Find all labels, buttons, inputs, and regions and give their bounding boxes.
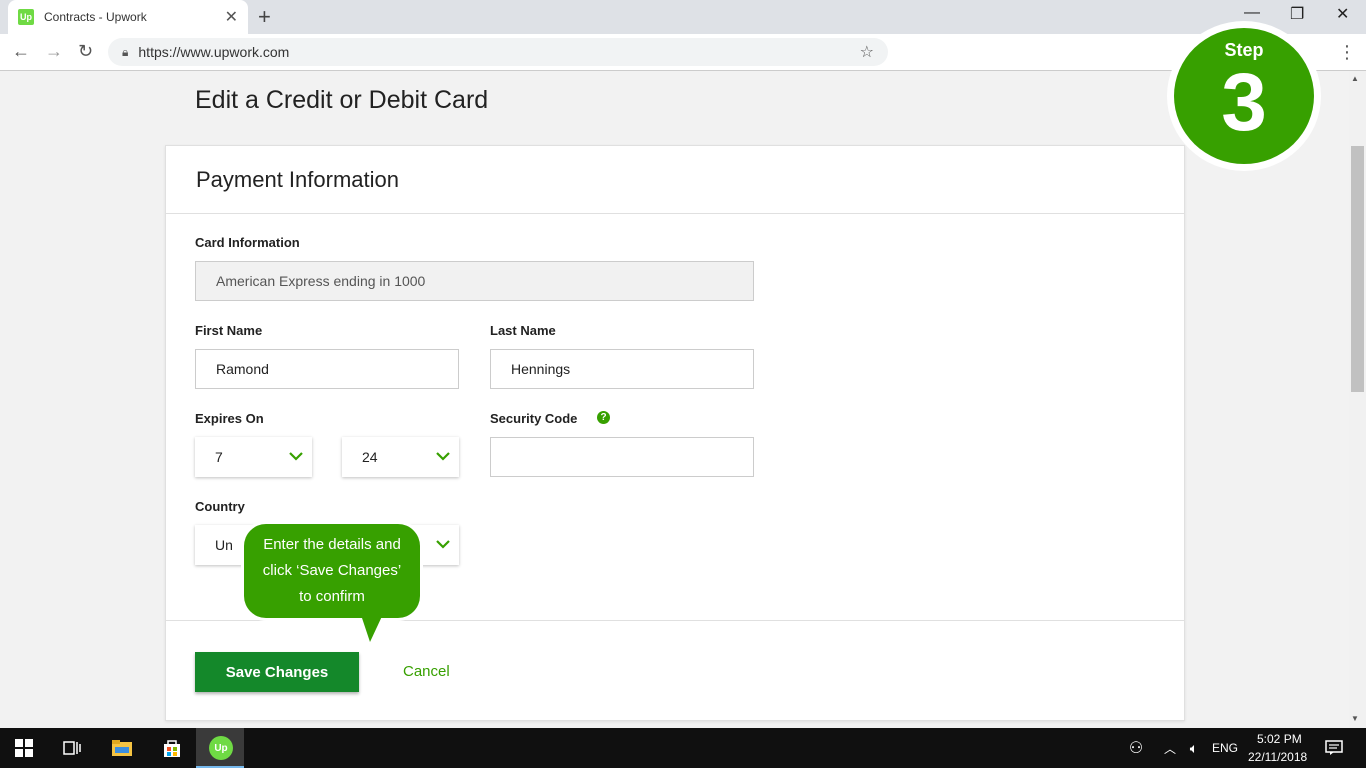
language-indicator[interactable]: ENG — [1212, 741, 1238, 755]
scroll-down-arrow-icon[interactable]: ▼ — [1351, 714, 1359, 723]
address-bar[interactable]: 🔒︎ https://www.upwork.com ☆ — [108, 38, 888, 66]
expiry-year-select[interactable]: 24 — [342, 437, 459, 477]
task-view-icon[interactable] — [60, 736, 84, 760]
windows-taskbar: Up ⚇ ︿ 🔈︎ ENG 5:02 PM 22/11/2018 — [0, 728, 1366, 768]
plus-icon[interactable]: + — [258, 4, 271, 30]
upwork-app-icon[interactable]: Up — [209, 736, 233, 760]
card-footer: Save Changes Cancel — [166, 620, 1184, 722]
security-code-label: Security Code — [490, 411, 578, 426]
forward-arrow-icon[interactable]: → — [45, 41, 63, 62]
expiry-month-select[interactable]: 7 — [195, 437, 312, 477]
last-name-input[interactable]: Hennings — [490, 349, 754, 389]
window-close-icon[interactable]: ✕ — [1336, 4, 1349, 24]
windows-start-icon[interactable] — [12, 736, 36, 760]
scrollbar-thumb[interactable] — [1351, 146, 1364, 392]
save-changes-button[interactable]: Save Changes — [195, 652, 359, 692]
url-text[interactable]: https://www.upwork.com — [138, 44, 859, 60]
last-name-label: Last Name — [490, 323, 556, 338]
card-info-label: Card Information — [195, 235, 300, 250]
callout-line-2: click ‘Save Changes’ — [262, 562, 402, 579]
first-name-input[interactable]: Ramond — [195, 349, 459, 389]
close-icon[interactable]: ✕ — [225, 7, 238, 27]
clock-time[interactable]: 5:02 PM — [1257, 732, 1302, 746]
step-number: 3 — [1221, 57, 1267, 148]
payment-card-panel: Payment Information Card Information Ame… — [165, 145, 1185, 721]
cancel-link[interactable]: Cancel — [403, 663, 450, 680]
clock-date[interactable]: 22/11/2018 — [1248, 750, 1307, 764]
callout-tail — [360, 612, 384, 642]
card-header: Payment Information — [166, 146, 1184, 214]
expires-on-label: Expires On — [195, 411, 264, 426]
chevron-down-icon — [289, 452, 303, 461]
volume-icon[interactable]: 🔈︎ — [1182, 736, 1206, 760]
store-icon[interactable] — [160, 736, 184, 760]
file-explorer-icon[interactable] — [110, 736, 134, 760]
tab-title: Contracts - Upwork — [44, 10, 147, 24]
upwork-favicon-icon: Up — [18, 9, 34, 25]
step-badge: Step 3 — [1174, 28, 1314, 164]
expiry-month-value: 7 — [215, 449, 223, 465]
expiry-year-value: 24 — [362, 449, 378, 465]
star-icon[interactable]: ☆ — [860, 42, 874, 62]
back-arrow-icon[interactable]: ← — [12, 41, 30, 62]
people-icon[interactable]: ⚇ — [1124, 736, 1148, 760]
card-info-field: American Express ending in 1000 — [195, 261, 754, 301]
browser-tab-strip: Up Contracts - Upwork ✕ + — ❐ ✕ — [0, 0, 1366, 34]
page-title: Edit a Credit or Debit Card — [195, 86, 489, 114]
callout-line-1: Enter the details and — [263, 536, 401, 553]
reload-icon[interactable]: ↻ — [78, 41, 93, 62]
help-icon[interactable]: ? — [597, 411, 610, 424]
country-label: Country — [195, 499, 245, 514]
country-value: Un — [215, 537, 233, 553]
restore-icon[interactable]: ❐ — [1290, 4, 1304, 24]
chevron-up-icon[interactable]: ︿ — [1158, 736, 1182, 760]
callout-line-3: to confirm — [299, 588, 365, 605]
scroll-up-arrow-icon[interactable]: ▲ — [1351, 74, 1359, 83]
chevron-down-icon — [436, 452, 450, 461]
instruction-callout: Enter the details and click ‘Save Change… — [244, 524, 420, 618]
notifications-icon[interactable] — [1322, 736, 1346, 760]
minimize-icon[interactable]: — — [1244, 4, 1260, 22]
security-code-input[interactable] — [490, 437, 754, 477]
chevron-down-icon — [436, 540, 450, 549]
first-name-label: First Name — [195, 323, 263, 338]
kebab-menu-icon[interactable]: ⋮ — [1338, 42, 1356, 63]
browser-toolbar: ← → ↻ 🔒︎ https://www.upwork.com ☆ ⋮ — [0, 34, 1366, 71]
lock-icon: 🔒︎ — [122, 44, 129, 59]
section-title: Payment Information — [196, 167, 399, 192]
browser-tab[interactable]: Up Contracts - Upwork ✕ — [8, 0, 248, 34]
